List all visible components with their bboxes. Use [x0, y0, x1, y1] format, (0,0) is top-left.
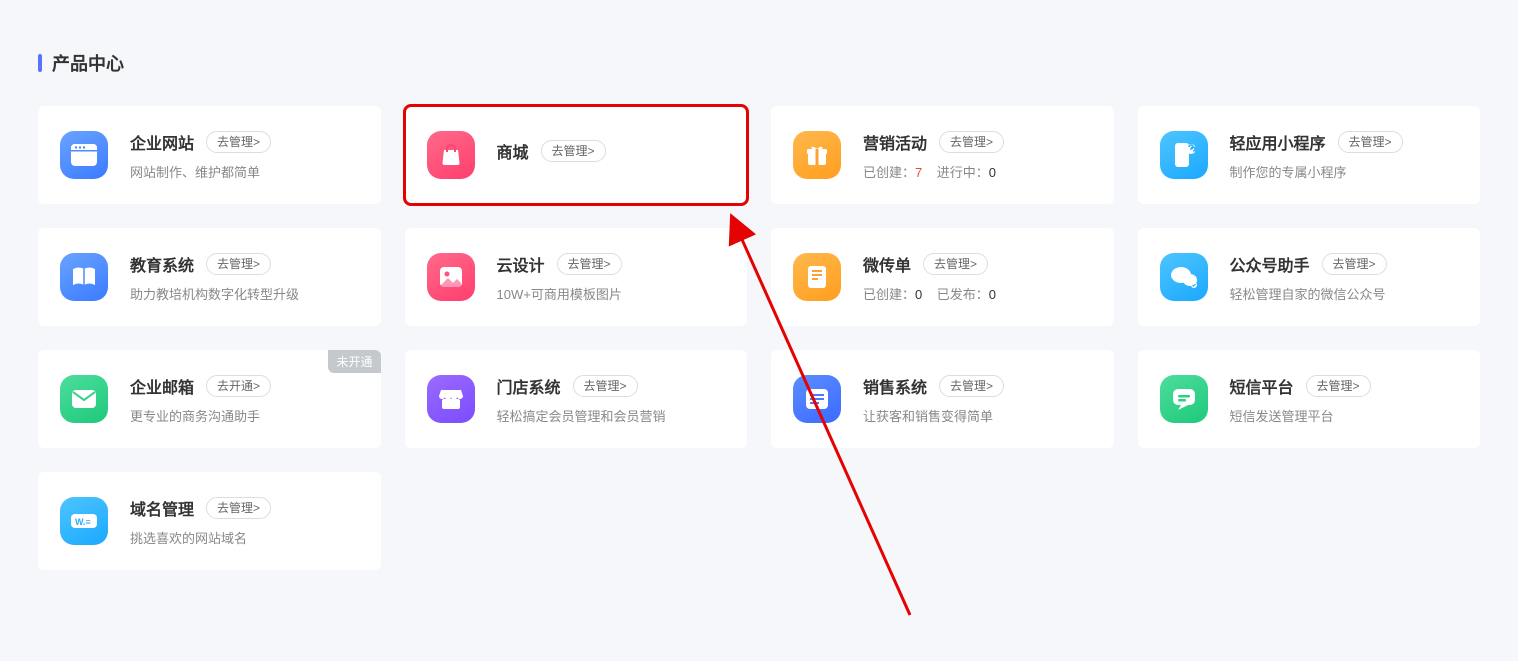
- svg-text:W.≡: W.≡: [75, 517, 91, 527]
- card-mall[interactable]: 商城 去管理>: [405, 106, 748, 204]
- card-title: 云设计: [497, 252, 545, 276]
- manage-button[interactable]: 去管理>: [1306, 375, 1371, 397]
- card-desc: 更专业的商务沟通助手: [130, 406, 359, 425]
- window-icon: [60, 131, 108, 179]
- created-label: 已创建：: [863, 165, 915, 180]
- card-title: 教育系统: [130, 252, 194, 276]
- card-title: 域名管理: [130, 496, 194, 520]
- card-desc: 轻松搞定会员管理和会员营销: [497, 406, 726, 425]
- card-email[interactable]: 未开通 企业邮箱 去开通> 更专业的商务沟通助手: [38, 350, 381, 448]
- manage-button[interactable]: 去管理>: [206, 253, 271, 275]
- inprogress-count: 0: [989, 165, 996, 180]
- published-count: 0: [989, 287, 996, 302]
- card-sales[interactable]: 销售系统 去管理> 让获客和销售变得简单: [771, 350, 1114, 448]
- card-stats: 已创建：0 已发布：0: [863, 284, 1092, 303]
- card-title: 营销活动: [863, 130, 927, 154]
- domain-icon: W.≡: [60, 497, 108, 545]
- created-count: 7: [915, 165, 922, 180]
- card-desc: 让获客和销售变得简单: [863, 406, 1092, 425]
- gift-icon: [793, 131, 841, 179]
- card-title: 企业邮箱: [130, 374, 194, 398]
- manage-button[interactable]: 去管理>: [1322, 253, 1387, 275]
- card-desc: 短信发送管理平台: [1230, 406, 1459, 425]
- chat-icon: [1160, 375, 1208, 423]
- manage-button[interactable]: 去管理>: [573, 375, 638, 397]
- manage-button[interactable]: 去管理>: [206, 131, 271, 153]
- card-title: 企业网站: [130, 130, 194, 154]
- card-title: 销售系统: [863, 374, 927, 398]
- card-desc: 10W+可商用模板图片: [497, 284, 726, 303]
- product-grid: 企业网站 去管理> 网站制作、维护都简单 商城 去管理>: [38, 106, 1480, 570]
- manage-button[interactable]: 去管理>: [923, 253, 988, 275]
- card-marketing[interactable]: 营销活动 去管理> 已创建：7 进行中：0: [771, 106, 1114, 204]
- not-activated-badge: 未开通: [328, 350, 380, 373]
- section-title: 产品中心: [52, 50, 124, 76]
- card-desc: 网站制作、维护都简单: [130, 162, 359, 181]
- card-store[interactable]: 门店系统 去管理> 轻松搞定会员管理和会员营销: [405, 350, 748, 448]
- card-desc: 助力教培机构数字化转型升级: [130, 284, 359, 303]
- inprogress-label: 进行中：: [937, 165, 989, 180]
- image-icon: [427, 253, 475, 301]
- manage-button[interactable]: 去管理>: [206, 497, 271, 519]
- shopping-bag-icon: [427, 131, 475, 179]
- card-desc: 挑选喜欢的网站域名: [130, 528, 359, 547]
- card-title: 公众号助手: [1230, 252, 1310, 276]
- manage-button[interactable]: 去管理>: [939, 131, 1004, 153]
- card-title: 短信平台: [1230, 374, 1294, 398]
- wechat-icon: [1160, 253, 1208, 301]
- card-website[interactable]: 企业网站 去管理> 网站制作、维护都简单: [38, 106, 381, 204]
- manage-button[interactable]: 去管理>: [1338, 131, 1403, 153]
- created-count: 0: [915, 287, 922, 302]
- card-sms[interactable]: 短信平台 去管理> 短信发送管理平台: [1138, 350, 1481, 448]
- book-icon: [60, 253, 108, 301]
- envelope-icon: [60, 375, 108, 423]
- card-stats: 已创建：7 进行中：0: [863, 162, 1092, 181]
- card-domain[interactable]: W.≡ 域名管理 去管理> 挑选喜欢的网站域名: [38, 472, 381, 570]
- card-design[interactable]: 云设计 去管理> 10W+可商用模板图片: [405, 228, 748, 326]
- card-title: 微传单: [863, 252, 911, 276]
- card-miniapp[interactable]: 轻应用小程序 去管理> 制作您的专属小程序: [1138, 106, 1481, 204]
- card-title: 门店系统: [497, 374, 561, 398]
- flyer-icon: [793, 253, 841, 301]
- manage-button[interactable]: 去管理>: [939, 375, 1004, 397]
- store-icon: [427, 375, 475, 423]
- card-desc: 轻松管理自家的微信公众号: [1230, 284, 1459, 303]
- card-edu[interactable]: 教育系统 去管理> 助力教培机构数字化转型升级: [38, 228, 381, 326]
- manage-button[interactable]: 去管理>: [541, 140, 606, 162]
- card-wechat[interactable]: 公众号助手 去管理> 轻松管理自家的微信公众号: [1138, 228, 1481, 326]
- manage-button[interactable]: 去管理>: [557, 253, 622, 275]
- created-label: 已创建：: [863, 287, 915, 302]
- published-label: 已发布：: [937, 287, 989, 302]
- phone-app-icon: [1160, 131, 1208, 179]
- activate-button[interactable]: 去开通>: [206, 375, 271, 397]
- title-accent-bar: [38, 54, 42, 72]
- card-title: 轻应用小程序: [1230, 130, 1326, 154]
- card-title: 商城: [497, 139, 529, 163]
- card-flyer[interactable]: 微传单 去管理> 已创建：0 已发布：0: [771, 228, 1114, 326]
- section-header: 产品中心: [38, 50, 1480, 76]
- card-desc: 制作您的专属小程序: [1230, 162, 1459, 181]
- list-icon: [793, 375, 841, 423]
